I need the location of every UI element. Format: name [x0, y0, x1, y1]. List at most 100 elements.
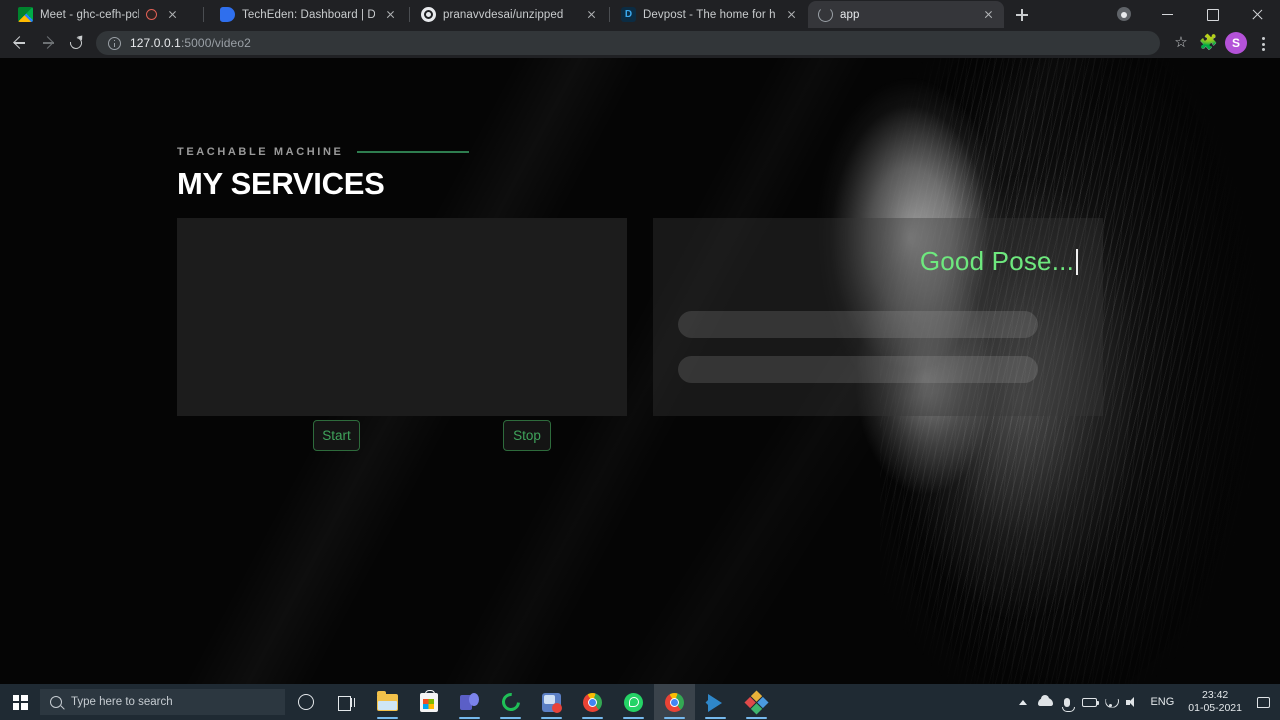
screen: Meet - ghc-cefh-pch TechEden: Dashboard … — [0, 0, 1280, 720]
tab-devpost[interactable]: D Devpost - The home for hackath — [611, 1, 807, 28]
tray-volume[interactable] — [1122, 684, 1144, 720]
diamond-icon — [743, 689, 770, 716]
windows-taskbar: Type here to search ENG 23:42 01-05-2021 — [0, 684, 1280, 720]
page-title: MY SERVICES — [177, 166, 385, 201]
taskbar-app-chrome-2[interactable] — [654, 684, 695, 720]
url-host: 127.0.0.1 — [130, 36, 181, 50]
tab-meet[interactable]: Meet - ghc-cefh-pch — [8, 1, 188, 28]
wifi-icon — [1104, 697, 1118, 708]
prediction-bar-2 — [678, 356, 1038, 383]
google-meet-icon — [18, 7, 33, 22]
tab-techeden[interactable]: TechEden: Dashboard | Devfolio — [210, 1, 406, 28]
tab-title: pranavvdesai/unzipped — [443, 8, 564, 21]
system-tray: ENG 23:42 01-05-2021 — [1012, 684, 1280, 720]
taskbar-app-whatsapp[interactable] — [613, 684, 654, 720]
microsoft-store-icon — [419, 689, 438, 712]
tray-overflow-button[interactable] — [1012, 684, 1034, 720]
battery-icon — [1081, 697, 1100, 707]
start-button[interactable]: Start — [313, 420, 360, 451]
extensions-button[interactable]: 🧩 — [1194, 30, 1220, 56]
close-tab-icon[interactable] — [382, 7, 398, 23]
taskbar-app-photos[interactable] — [531, 684, 572, 720]
reload-button[interactable] — [62, 29, 90, 57]
tray-microphone[interactable] — [1056, 684, 1078, 720]
chrome-icon — [665, 692, 684, 712]
accent-line — [357, 151, 470, 153]
taskbar-app-diamond[interactable] — [736, 684, 777, 720]
taskbar-app-cortana[interactable] — [285, 684, 326, 720]
cortana-icon — [297, 694, 314, 710]
chrome-browser-chrome: Meet - ghc-cefh-pch TechEden: Dashboard … — [0, 0, 1280, 58]
whatsapp-icon — [624, 692, 643, 712]
tray-battery[interactable] — [1078, 684, 1100, 720]
windows-start-icon[interactable] — [0, 684, 40, 720]
cloud-icon — [1037, 695, 1053, 706]
tray-time: 23:42 — [1202, 689, 1229, 701]
tray-wifi[interactable] — [1100, 684, 1122, 720]
tab-github[interactable]: pranavvdesai/unzipped — [411, 1, 607, 28]
tab-divider — [409, 7, 410, 22]
taskbar-app-file-explorer[interactable] — [367, 684, 408, 720]
tab-app[interactable]: app — [808, 1, 1004, 28]
green-ring-icon — [497, 689, 524, 715]
tray-date: 01-05-2021 — [1188, 702, 1242, 714]
kebab-menu-icon[interactable] — [1252, 30, 1274, 56]
tray-language[interactable]: ENG — [1144, 696, 1180, 708]
close-tab-icon[interactable] — [164, 7, 180, 23]
close-tab-icon[interactable] — [783, 7, 799, 23]
url-path: :5000/video2 — [180, 36, 251, 50]
forward-button[interactable] — [34, 29, 62, 57]
pose-status-label: Good Pose... — [919, 246, 1074, 276]
vscode-icon — [706, 693, 725, 712]
chevron-up-icon — [1019, 699, 1028, 705]
address-bar[interactable]: 127.0.0.1:5000/video2 — [96, 31, 1160, 55]
close-tab-icon[interactable] — [980, 7, 996, 23]
chrome-icon — [583, 692, 602, 712]
tab-title: app — [840, 8, 860, 21]
action-center-button[interactable] — [1250, 684, 1276, 720]
tab-divider — [203, 7, 204, 22]
site-info-icon[interactable] — [108, 36, 121, 50]
volume-icon — [1126, 696, 1140, 708]
close-tab-icon[interactable] — [583, 7, 599, 23]
web-page: TEACHABLE MACHINE MY SERVICES Good Pose.… — [0, 58, 1280, 684]
tray-onedrive[interactable] — [1034, 684, 1056, 720]
pose-status-text: Good Pose... — [653, 246, 1078, 277]
avatar[interactable]: S — [1225, 32, 1247, 54]
back-button[interactable] — [6, 29, 34, 57]
taskbar-app-task-view[interactable] — [326, 684, 367, 720]
profile-icon[interactable] — [1105, 0, 1145, 28]
taskbar-app-microsoft-store[interactable] — [408, 684, 449, 720]
microphone-icon — [1061, 697, 1075, 712]
search-placeholder: Type here to search — [71, 696, 173, 708]
tab-divider — [609, 7, 610, 22]
bookmark-button[interactable]: ☆ — [1168, 30, 1194, 56]
prediction-result-panel: Good Pose... — [653, 218, 1103, 416]
stop-button[interactable]: Stop — [503, 420, 551, 451]
new-tab-button[interactable] — [1011, 4, 1033, 26]
browser-toolbar: 127.0.0.1:5000/video2 ☆ 🧩 S — [0, 28, 1280, 58]
section-eyebrow-row: TEACHABLE MACHINE — [177, 146, 470, 158]
tab-title: Meet - ghc-cefh-pch — [40, 8, 139, 21]
maximize-button[interactable] — [1190, 0, 1235, 28]
webcam-preview-panel[interactable] — [177, 218, 627, 416]
taskbar-app-spotify[interactable] — [490, 684, 531, 720]
close-window-button[interactable] — [1235, 0, 1280, 28]
taskbar-app-microsoft-teams[interactable] — [449, 684, 490, 720]
tray-clock[interactable]: 23:42 01-05-2021 — [1180, 689, 1250, 715]
recording-indicator-icon — [146, 9, 157, 20]
star-icon: ☆ — [1174, 34, 1188, 51]
github-icon — [421, 7, 436, 22]
puzzle-icon: 🧩 — [1199, 34, 1218, 51]
taskbar-app-chrome-1[interactable] — [572, 684, 613, 720]
taskbar-app-vscode[interactable] — [695, 684, 736, 720]
photos-icon — [542, 692, 562, 713]
action-center-icon — [1256, 696, 1270, 708]
minimize-button[interactable] — [1145, 0, 1190, 28]
tab-title: TechEden: Dashboard | Devfolio — [242, 8, 375, 21]
section-eyebrow: TEACHABLE MACHINE — [177, 146, 344, 158]
search-input[interactable]: Type here to search — [40, 689, 285, 715]
devpost-icon: D — [621, 7, 636, 22]
prediction-bar-1 — [678, 311, 1038, 338]
loading-icon — [818, 7, 833, 22]
